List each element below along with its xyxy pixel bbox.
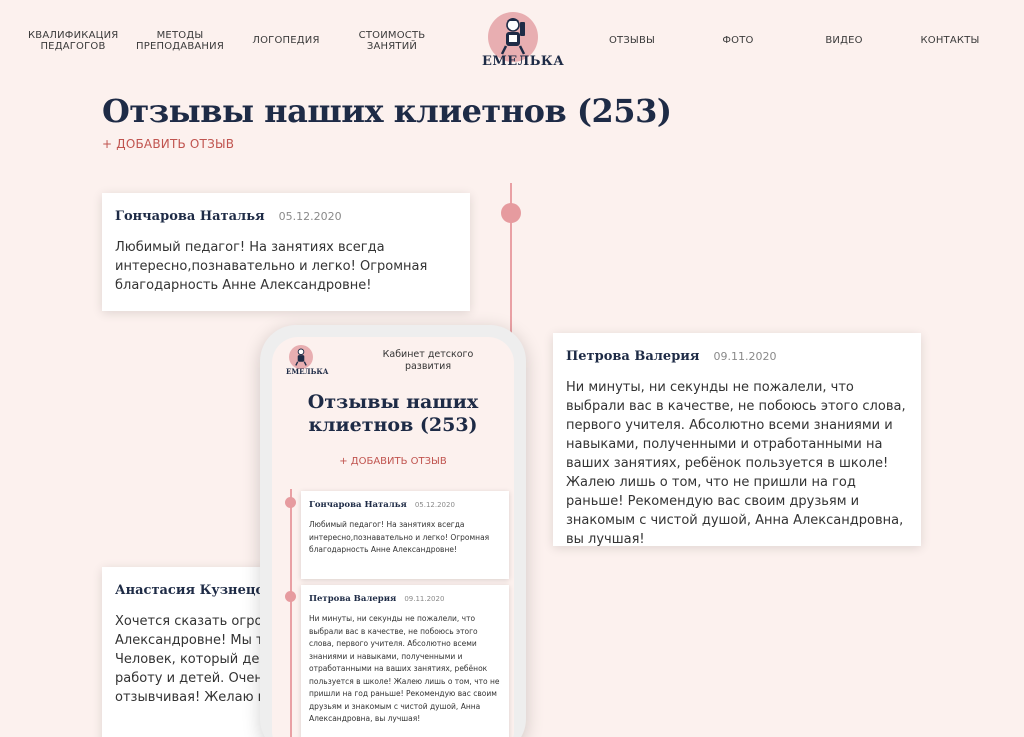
review-author: Петрова Валерия — [566, 349, 700, 364]
nav-methods[interactable]: Методы преподавания — [132, 30, 228, 52]
nav-label: Квалификация — [28, 30, 119, 41]
child-mascot-icon — [295, 348, 307, 366]
mobile-timeline-line — [290, 489, 292, 737]
mobile-review-card: Гончарова Наталья 05.12.2020 Любимый пед… — [301, 491, 509, 579]
site-logo[interactable]: ЕМЕЛЬКА — [482, 10, 565, 72]
page-title: Отзывы наших клиетнов (253) — [102, 92, 672, 130]
phone-screen: ЕМЕЛЬКА Кабинет детского развития Отзывы… — [272, 337, 514, 737]
mobile-review-date: 09.11.2020 — [404, 595, 445, 603]
mobile-timeline-dot — [285, 497, 296, 508]
mobile-logo-wordmark: ЕМЕЛЬКА — [286, 367, 329, 376]
mobile-review-author: Гончарова Наталья — [309, 500, 407, 510]
review-date: 05.12.2020 — [278, 210, 342, 223]
nav-label: занятий — [366, 41, 418, 52]
review-author: Анастасия Кузнецова — [115, 583, 282, 598]
mobile-review-text: Любимый педагог! На занятиях всегда инте… — [309, 520, 490, 554]
review-date: 09.11.2020 — [713, 350, 777, 363]
nav-label: Методы — [156, 30, 204, 41]
nav-label: Видео — [825, 35, 863, 46]
review-text: Любимый педагог! На занятиях всегда инте… — [115, 240, 428, 293]
mobile-review-card: Петрова Валерия 09.11.2020 Ни минуты, ни… — [301, 585, 509, 737]
nav-speech-therapy[interactable]: Логопедия — [246, 35, 326, 46]
mobile-logo[interactable]: ЕМЕЛЬКА — [286, 345, 329, 379]
add-review-link[interactable]: + ДОБАВИТЬ ОТЗЫВ — [102, 137, 234, 151]
child-mascot-icon — [500, 18, 526, 55]
nav-contacts[interactable]: Контакты — [912, 35, 988, 46]
mobile-review-author: Петрова Валерия — [309, 594, 397, 604]
nav-label: преподавания — [136, 41, 224, 52]
mobile-review-date: 05.12.2020 — [414, 501, 455, 509]
nav-label: Фото — [722, 35, 754, 46]
nav-video[interactable]: Видео — [814, 35, 874, 46]
top-navigation: Квалификация педагогов Методы преподаван… — [0, 0, 1024, 80]
nav-label: Стоимость — [358, 30, 426, 41]
review-author: Гончарова Наталья — [115, 209, 265, 224]
review-text: Ни минуты, ни секунды не пожалели, что в… — [566, 380, 906, 547]
nav-label: Контакты — [920, 35, 980, 46]
nav-label: Отзывы — [608, 35, 656, 46]
mobile-subtitle: Кабинет детского развития — [382, 349, 474, 372]
mobile-page-title: Отзывы наших клиетнов (253) — [307, 391, 479, 436]
nav-label: Логопедия — [252, 35, 320, 46]
nav-qualification[interactable]: Квалификация педагогов — [28, 30, 118, 52]
logo-wordmark: ЕМЕЛЬКА — [482, 54, 565, 69]
timeline-dot — [501, 203, 521, 223]
nav-label: педагогов — [40, 41, 106, 52]
nav-photo[interactable]: Фото — [708, 35, 768, 46]
review-card: Петрова Валерия 09.11.2020 Ни минуты, ни… — [553, 333, 921, 547]
phone-mockup: ЕМЕЛЬКА Кабинет детского развития Отзывы… — [260, 325, 526, 737]
mobile-timeline-dot — [285, 591, 296, 602]
mobile-review-text: Ни минуты, ни секунды не пожалели, что в… — [309, 614, 500, 723]
nav-pricing[interactable]: Стоимость занятий — [350, 30, 434, 52]
mobile-add-review-link[interactable]: + ДОБАВИТЬ ОТЗЫВ — [272, 456, 514, 467]
nav-reviews[interactable]: Отзывы — [600, 35, 664, 46]
review-card: Гончарова Наталья 05.12.2020 Любимый пед… — [102, 193, 470, 311]
